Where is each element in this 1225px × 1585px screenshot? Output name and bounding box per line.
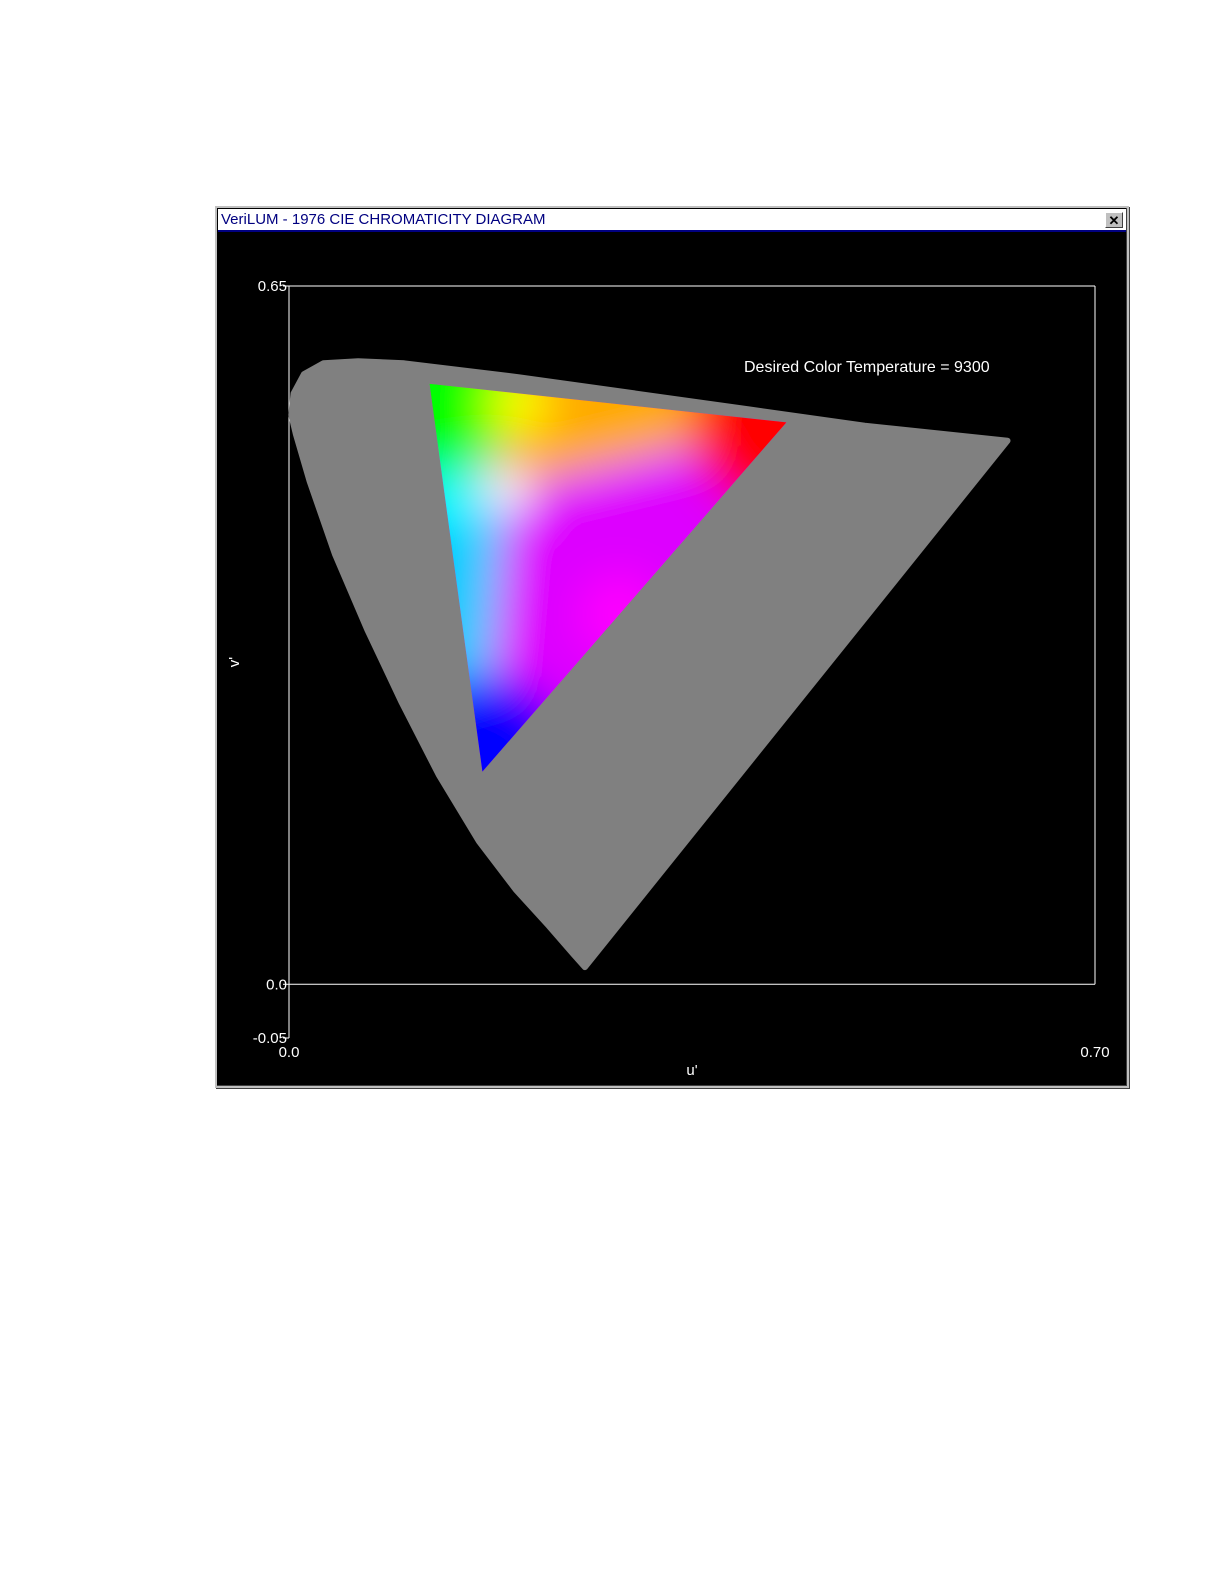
chromaticity-plot: 0.65 0.0 -0.05 0.0 0.70 u' v' Desired Co… <box>226 278 1110 1079</box>
y-tick-label-top: 0.65 <box>258 278 287 295</box>
y-tick-label-zero: 0.0 <box>266 976 287 993</box>
y-axis-label: v' <box>226 657 243 668</box>
x-tick-label-right: 0.70 <box>1080 1044 1109 1061</box>
x-tick-label-left: 0.0 <box>279 1044 300 1061</box>
chromaticity-window: VeriLUM - 1976 CIE CHROMATICITY DIAGRAM … <box>215 206 1129 1088</box>
color-temperature-annotation: Desired Color Temperature = 9300 <box>744 359 990 376</box>
white-point <box>484 468 529 513</box>
x-axis-label: u' <box>686 1062 697 1079</box>
